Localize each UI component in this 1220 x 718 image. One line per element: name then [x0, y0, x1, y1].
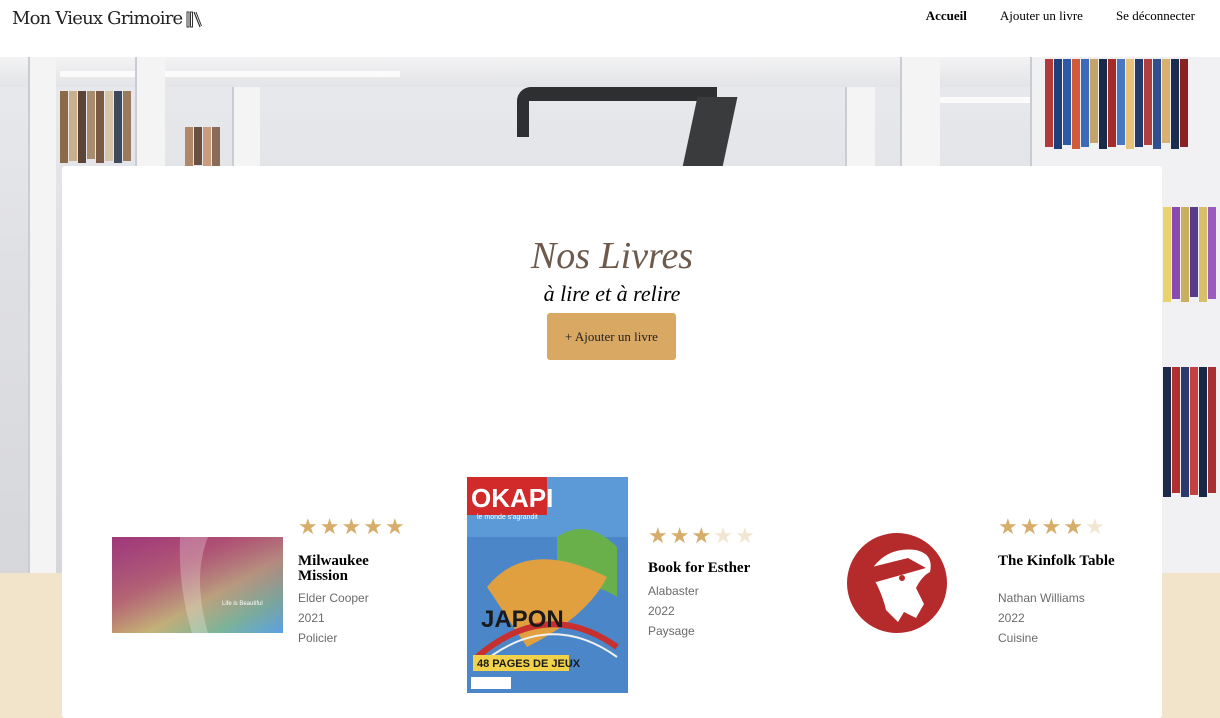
book-genre: Policier	[298, 631, 338, 645]
hero-shelf	[28, 57, 56, 573]
star-icon: ★	[319, 514, 340, 539]
star-icon: ★	[691, 523, 712, 548]
rating-stars: ★ ★ ★ ★ ★	[648, 525, 755, 547]
book-meta: Nathan Williams 2022 Cuisine	[998, 588, 1085, 648]
star-icon: ★	[1084, 514, 1105, 539]
book-card[interactable]: ★ ★ ★ ★ ★ The Kinfolk Table Nathan Williams …	[832, 516, 1152, 645]
star-icon: ★	[734, 523, 755, 548]
hero-light	[60, 71, 400, 77]
rating-stars: ★ ★ ★ ★ ★	[998, 516, 1105, 538]
star-icon: ★	[1041, 514, 1062, 539]
star-icon: ★	[1019, 514, 1040, 539]
star-icon: ★	[998, 514, 1018, 539]
hero-books	[1163, 367, 1216, 497]
book-author: Alabaster	[648, 584, 699, 598]
book-title: Book for Esther	[648, 560, 751, 576]
add-book-button[interactable]: + Ajouter un livre	[547, 313, 676, 360]
site-header: Mon Vieux Grimoire Accueil Ajouter un li…	[0, 0, 1220, 57]
book-genre: Paysage	[648, 624, 695, 638]
book-cover: OKAPI le monde s'agrandit JAPON 48 PAGES…	[467, 477, 628, 693]
star-icon: ★	[341, 514, 362, 539]
book-year: 2022	[648, 604, 675, 618]
book-cover: Life is Beautiful	[112, 537, 283, 633]
logo[interactable]: Mon Vieux Grimoire	[12, 8, 203, 29]
book-cover-logo	[847, 533, 947, 633]
book-meta: Alabaster 2022 Paysage	[648, 581, 699, 641]
logo-text: Mon Vieux Grimoire	[12, 8, 183, 29]
book-spines-icon	[186, 11, 203, 27]
book-year: 2021	[298, 611, 325, 625]
book-year: 2022	[998, 611, 1025, 625]
hero-books	[185, 127, 220, 167]
hero-lamp	[517, 87, 717, 137]
star-icon: ★	[648, 523, 668, 548]
cover-label: 48 PAGES DE JEUX	[477, 658, 581, 670]
cover-title: OKAPI	[471, 483, 553, 513]
books-panel: Nos Livres à lire et à relire + Ajouter …	[62, 166, 1162, 718]
page-subtitle: à lire et à relire	[543, 281, 681, 306]
main-nav: Accueil Ajouter un livre Se déconnecter	[926, 8, 1195, 24]
hero-books	[1163, 207, 1216, 302]
book-title: Milwaukee Mission	[298, 553, 369, 584]
star-icon: ★	[1063, 514, 1083, 539]
star-icon: ★	[669, 523, 690, 548]
hero-books	[1045, 59, 1188, 149]
book-card[interactable]: Life is Beautiful ★ ★ ★ ★ ★ Milwaukee Missio…	[112, 516, 432, 645]
star-icon: ★	[363, 514, 383, 539]
page-title: Nos Livres	[530, 235, 694, 277]
hero-books	[60, 91, 131, 163]
book-genre: Cuisine	[998, 631, 1039, 645]
book-author: Elder Cooper	[298, 591, 369, 605]
cover-subtitle: le monde s'agrandit	[477, 514, 538, 521]
cover-text: Life is Beautiful	[222, 601, 263, 607]
star-icon: ★	[713, 523, 733, 548]
book-meta: Elder Cooper 2021 Policier	[298, 588, 369, 648]
nav-home[interactable]: Accueil	[926, 8, 967, 24]
hero-shelf	[232, 87, 260, 167]
hero-shelf	[845, 87, 875, 167]
book-card[interactable]: OKAPI le monde s'agrandit JAPON 48 PAGES…	[467, 477, 787, 694]
book-title: The Kinfolk Table	[998, 553, 1115, 569]
nav-add-book[interactable]: Ajouter un livre	[1000, 8, 1083, 24]
star-icon: ★	[298, 514, 318, 539]
nav-logout[interactable]: Se déconnecter	[1116, 8, 1195, 24]
rating-stars: ★ ★ ★ ★ ★	[298, 516, 405, 538]
cover-label: JAPON	[481, 606, 564, 633]
book-author: Nathan Williams	[998, 591, 1085, 605]
star-icon: ★	[384, 514, 405, 539]
